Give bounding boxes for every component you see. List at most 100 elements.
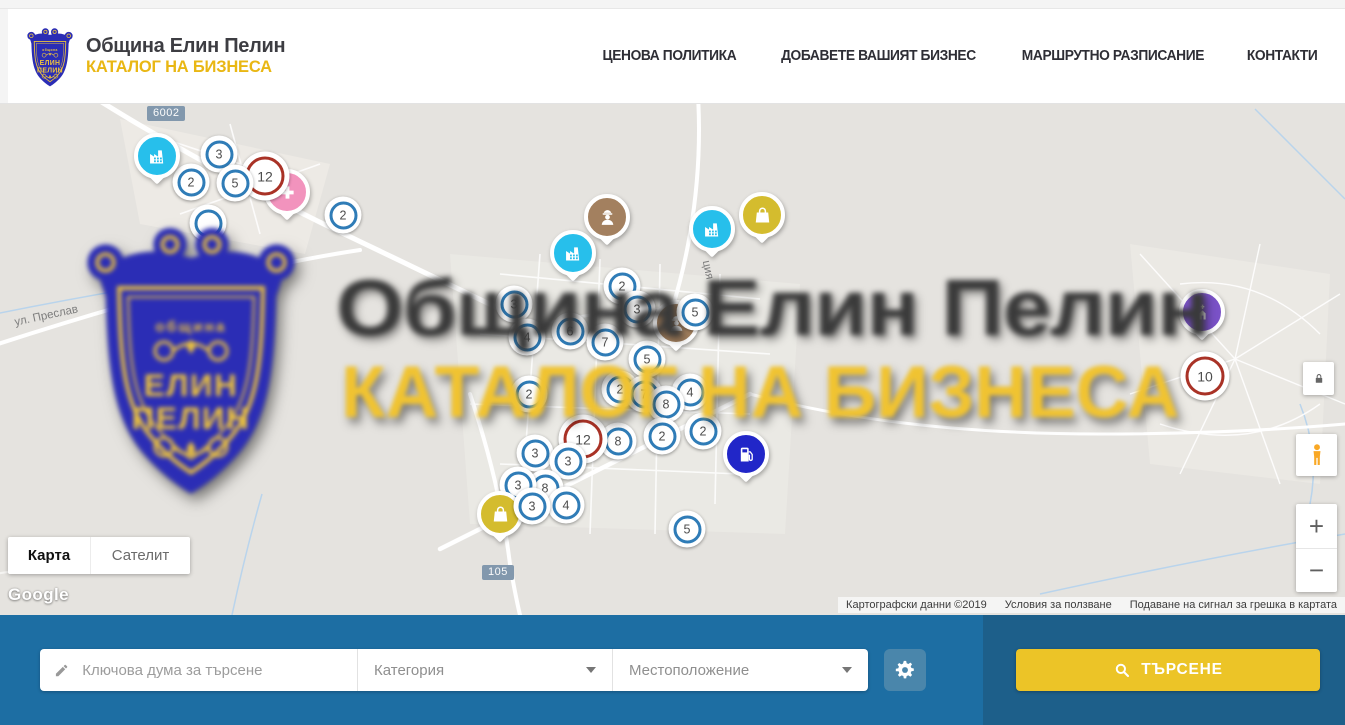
site-title: Община Елин Пелин (86, 35, 285, 58)
chevron-down-icon (586, 667, 596, 673)
keyword-field[interactable] (40, 649, 357, 691)
cluster-count: 3 (518, 492, 546, 520)
street-view-pegman-button[interactable] (1296, 434, 1337, 476)
municipality-crest-icon (27, 25, 73, 88)
pencil-icon (54, 662, 69, 679)
site-logo[interactable]: Община Елин Пелин КАТАЛОГ НА БИЗНЕСА (27, 25, 285, 88)
attribution-terms-link[interactable]: Условия за ползване (1005, 599, 1112, 611)
shopping-bag-icon (490, 504, 511, 525)
map-cluster-marker[interactable]: 5 (677, 294, 714, 331)
main-nav: ЦЕНОВА ПОЛИТИКА ДОБАВЕТЕ ВАШИЯТ БИЗНЕС М… (599, 48, 1319, 64)
map-cluster-marker[interactable]: 2 (685, 413, 722, 450)
nav-item-pricing[interactable]: ЦЕНОВА ПОЛИТИКА (603, 48, 737, 64)
cluster-count: 3 (554, 447, 582, 475)
pin-bubble (689, 206, 735, 252)
window-top-strip (0, 0, 1345, 9)
cluster-count: 7 (591, 328, 619, 356)
map-cluster-marker[interactable]: 3 (517, 435, 554, 472)
pin-bubble (134, 133, 180, 179)
church-icon (1192, 302, 1213, 323)
map-cluster-marker[interactable] (190, 205, 227, 242)
map-cluster-marker[interactable]: 5 (669, 511, 706, 548)
location-dropdown-label: Местоположение (629, 662, 749, 679)
cluster-count: 5 (681, 298, 709, 326)
map-cluster-marker[interactable]: 3 (619, 291, 656, 328)
map-pin-factory[interactable] (550, 230, 596, 290)
cluster-count: 5 (633, 345, 661, 373)
map-pin-church[interactable] (1179, 289, 1225, 349)
cluster-count: 3 (205, 140, 233, 168)
cluster-count: 4 (513, 323, 541, 351)
search-icon (1113, 661, 1131, 679)
cluster-count (194, 209, 222, 237)
map-cluster-marker[interactable]: 10 (1181, 352, 1230, 401)
fuel-pump-icon (736, 444, 757, 465)
cluster-count: 5 (673, 515, 701, 543)
map-cluster-marker[interactable]: 3 (514, 488, 551, 525)
cluster-count: 8 (652, 390, 680, 418)
zoom-control: + − (1296, 504, 1337, 592)
map-cluster-marker[interactable]: 6 (552, 313, 589, 350)
map-cluster-marker[interactable]: 5 (629, 341, 666, 378)
padlock-icon (1312, 372, 1326, 386)
lock-button[interactable] (1303, 362, 1334, 395)
chevron-down-icon (842, 667, 852, 673)
category-dropdown[interactable]: Категория (357, 649, 612, 691)
cluster-count: 2 (177, 168, 205, 196)
map-type-satellite-button[interactable]: Сателит (90, 537, 190, 574)
cluster-count: 10 (1186, 357, 1225, 396)
cluster-count: 3 (623, 295, 651, 323)
factory-icon (147, 146, 168, 167)
cluster-count: 2 (329, 201, 357, 229)
pegman-icon (1304, 442, 1330, 468)
location-dropdown[interactable]: Местоположение (612, 649, 868, 691)
cluster-count: 8 (604, 427, 632, 455)
advanced-settings-button[interactable] (884, 649, 926, 691)
cluster-count: 3 (500, 290, 528, 318)
cluster-count: 4 (552, 491, 580, 519)
zoom-out-button[interactable]: − (1296, 548, 1337, 592)
gear-icon (894, 659, 916, 681)
search-button[interactable]: ТЪРСЕНЕ (1016, 649, 1320, 691)
search-bar: Категория Местоположение ТЪРСЕНЕ (0, 615, 1345, 725)
markers-layer: 312252235364752274822812338343510 (0, 104, 1345, 615)
map-pin-fuel[interactable] (723, 431, 769, 491)
map-cluster-marker[interactable]: 2 (511, 376, 548, 413)
map-cluster-marker[interactable]: 7 (587, 324, 624, 361)
nav-item-timetable[interactable]: МАРШРУТНО РАЗПИСАНИЕ (1022, 48, 1204, 64)
map-cluster-marker[interactable]: 2 (325, 197, 362, 234)
cluster-count: 2 (648, 422, 676, 450)
pin-bubble (723, 431, 769, 477)
construction-worker-icon (597, 207, 618, 228)
pin-bubble (1179, 289, 1225, 335)
map-cluster-marker[interactable]: 4 (548, 487, 585, 524)
nav-item-add-business[interactable]: ДОБАВЕТЕ ВАШИЯТ БИЗНЕС (781, 48, 976, 64)
map-pin-factory[interactable] (134, 133, 180, 193)
attribution-report-link[interactable]: Подаване на сигнал за грешка в картата (1130, 599, 1337, 611)
keyword-search-input[interactable] (80, 661, 343, 680)
map-canvas[interactable]: 6002 105 ул. Преслав бул. „Новосел ция 3… (0, 104, 1345, 615)
site-header: Община Елин Пелин КАТАЛОГ НА БИЗНЕСА ЦЕН… (0, 9, 1345, 104)
nav-item-contacts[interactable]: КОНТАКТИ (1247, 48, 1318, 64)
google-logo[interactable]: Google (8, 585, 69, 605)
map-pin-factory[interactable] (689, 206, 735, 266)
cluster-count: 3 (521, 439, 549, 467)
search-fields-group: Категория Местоположение (40, 649, 868, 691)
map-pin-bag[interactable] (739, 192, 785, 252)
site-subtitle: КАТАЛОГ НА БИЗНЕСА (86, 58, 285, 77)
window-left-strip (0, 9, 8, 103)
factory-icon (702, 219, 723, 240)
attribution-data: Картографски данни ©2019 (846, 599, 987, 611)
map-attribution: Картографски данни ©2019 Условия за полз… (838, 597, 1345, 613)
map-cluster-marker[interactable]: 8 (648, 386, 685, 423)
cluster-count: 2 (689, 417, 717, 445)
map-cluster-marker[interactable]: 5 (217, 165, 254, 202)
cluster-count: 6 (556, 317, 584, 345)
map-type-map-button[interactable]: Карта (8, 537, 90, 574)
map-cluster-marker[interactable]: 3 (496, 286, 533, 323)
zoom-in-button[interactable]: + (1296, 504, 1337, 548)
map-cluster-marker[interactable]: 2 (644, 418, 681, 455)
cluster-count: 5 (221, 169, 249, 197)
map-cluster-marker[interactable]: 4 (509, 319, 546, 356)
pin-bubble (739, 192, 785, 238)
